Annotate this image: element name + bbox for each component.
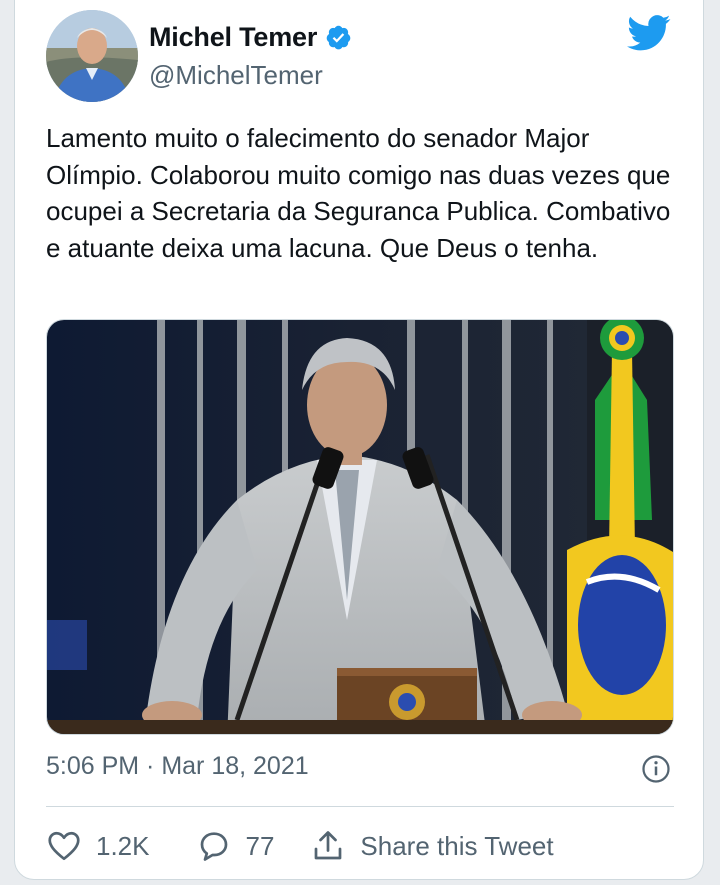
like-button[interactable]: 1.2K [46,828,150,864]
share-label: Share this Tweet [360,830,554,861]
avatar-image [46,10,138,102]
tweet-text: Lamento muito o falecimento do senador M… [46,123,671,263]
info-icon[interactable] [641,754,671,784]
heart-icon [48,831,80,861]
verified-badge-icon [326,25,351,50]
photo-senator-speaking [47,320,673,734]
tweet-date: Mar 18, 2021 [161,752,309,780]
author-row: Michel Temer [149,22,352,53]
tweet-photo[interactable] [46,319,674,735]
actions-divider [46,806,674,807]
like-count: 1.2K [96,830,150,861]
tweet-time: 5:06 PM [46,752,140,780]
author-handle[interactable]: @MichelTemer [149,60,323,91]
reply-button[interactable]: 77 [196,828,275,864]
tweet-actions: 1.2K 77 Share this Tweet [46,826,554,866]
tweet-timestamp[interactable]: 5:06 PM · Mar 18, 2021 [46,752,309,781]
meta-separator: · [139,752,162,780]
share-icon [315,831,342,860]
twitter-bird-icon[interactable] [627,14,671,52]
share-tweet-button[interactable]: Share this Tweet [310,828,554,864]
author-name[interactable]: Michel Temer [149,22,317,53]
reply-count: 77 [245,830,275,861]
avatar[interactable] [46,10,138,102]
speech-bubble-icon [200,832,227,861]
